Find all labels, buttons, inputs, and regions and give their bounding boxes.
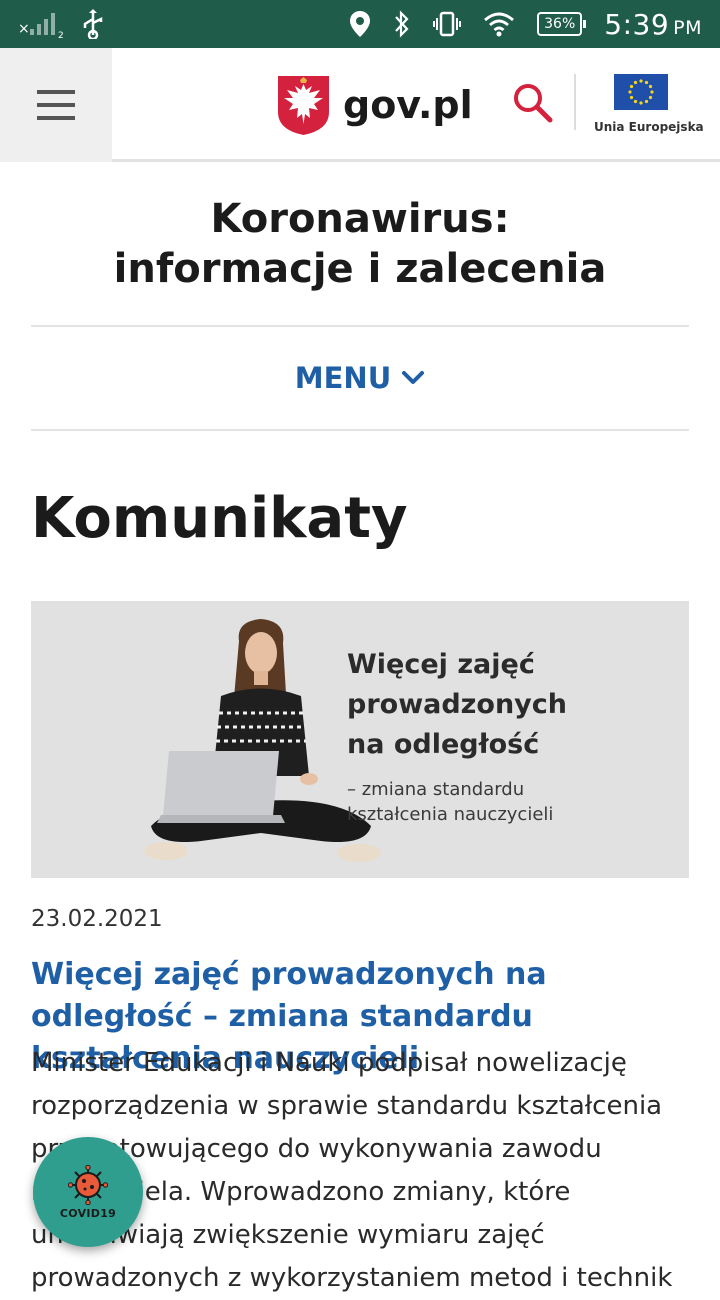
clock-ampm: PM (673, 16, 702, 39)
image-sub-1: – zmiana standardu (347, 779, 525, 800)
section-title: Komunikaty (31, 486, 408, 551)
eu-logo[interactable]: Unia Europejska (594, 74, 704, 134)
logo-text: gov.pl (343, 83, 473, 127)
image-caption: Więcej zajęć prowadzonych na odległość –… (347, 645, 567, 827)
image-headline-1: Więcej zajęć (347, 649, 535, 680)
location-icon (350, 11, 371, 37)
image-sub-2: kształcenia nauczycieli (347, 804, 554, 825)
page-title-line2: informacje i zalecenia (113, 246, 607, 292)
status-bar: × 2 36% 5:39 PM (0, 0, 720, 48)
eu-label: Unia Europejska (594, 120, 704, 134)
header-separator (574, 74, 576, 130)
menu-toggle-button[interactable]: MENU (31, 354, 689, 402)
divider-bottom (31, 429, 689, 431)
polish-eagle-emblem (278, 76, 329, 135)
page-title-line1: Koronawirus: (210, 196, 510, 242)
svg-text:×: × (18, 21, 30, 37)
search-button[interactable] (512, 82, 554, 128)
covid19-floating-button[interactable]: COVID19 (33, 1137, 143, 1247)
svg-text:2: 2 (58, 31, 64, 39)
eu-flag-icon (614, 74, 668, 110)
govpl-logo[interactable]: gov.pl (276, 74, 473, 136)
image-headline-3: na odległość (347, 729, 540, 760)
signal-off-icon: × 2 (18, 13, 64, 39)
battery-indicator: 36% (537, 12, 587, 36)
vibrate-icon (433, 11, 462, 37)
status-time: 5:39 PM (604, 8, 702, 41)
status-right: 36% 5:39 PM (349, 8, 702, 41)
menu-label: MENU (294, 361, 392, 395)
usb-icon (83, 9, 103, 39)
fab-label: COVID19 (59, 1206, 117, 1220)
article-date: 23.02.2021 (31, 906, 163, 932)
site-header: gov.pl Unia Europejska (0, 48, 720, 162)
image-headline-2: prowadzonych (347, 689, 567, 720)
virus-icon (68, 1164, 108, 1205)
status-left: × 2 (18, 9, 106, 39)
page-title: Koronawirus: informacje i zalecenia (31, 194, 689, 294)
bluetooth-icon (395, 10, 409, 38)
divider-top (31, 325, 689, 327)
search-icon (514, 84, 553, 123)
hamburger-menu-icon[interactable] (0, 48, 112, 162)
wifi-icon (484, 12, 515, 37)
article-image[interactable]: Więcej zajęć prowadzonych na odległość –… (31, 601, 689, 878)
chevron-down-icon (402, 371, 425, 384)
clock-time: 5:39 (604, 7, 670, 41)
